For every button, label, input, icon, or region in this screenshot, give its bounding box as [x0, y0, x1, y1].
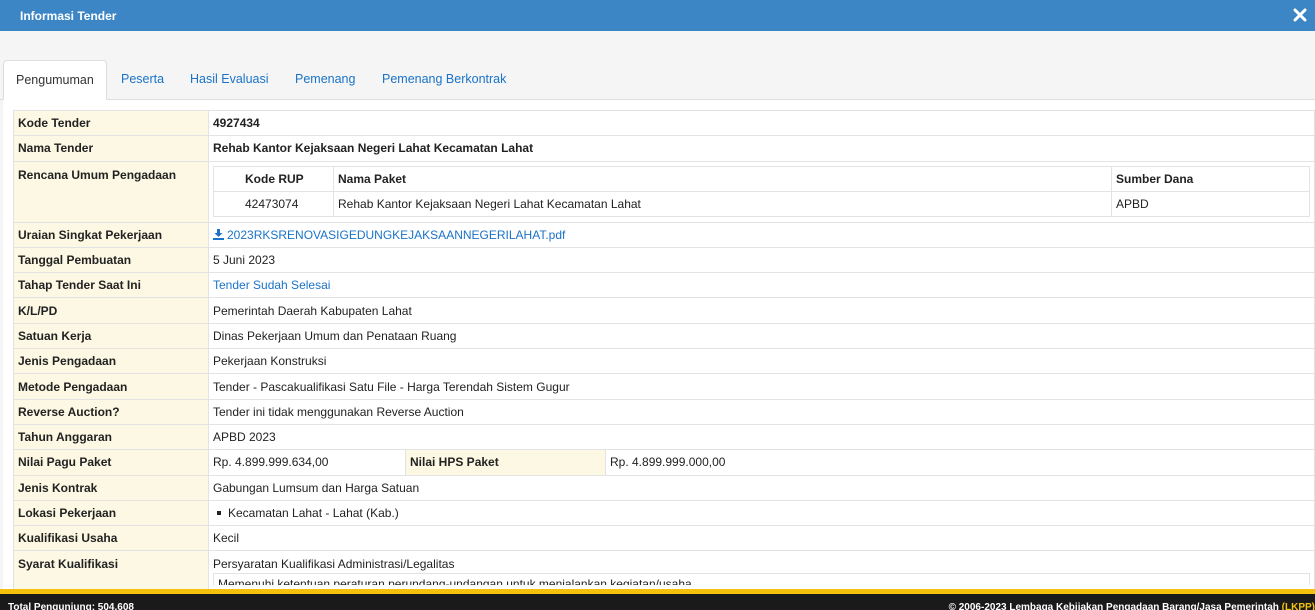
syarat-item: Memenuhi ketentuan peraturan perundang-u… — [213, 573, 1310, 586]
table-row: K/L/PD Pemerintah Daerah Kabupaten Lahat — [13, 297, 1315, 324]
close-icon[interactable] — [1293, 8, 1307, 22]
download-filename: 2023RKSRENOVASIGEDUNGKEJAKSAANNEGERILAHA… — [227, 227, 566, 242]
value-uraian: 2023RKSRENOVASIGEDUNGKEJAKSAANNEGERILAHA… — [208, 221, 1315, 248]
label-nama-tender: Nama Tender — [13, 135, 209, 162]
list-bullet — [217, 510, 221, 515]
download-icon — [213, 228, 224, 240]
label-uraian: Uraian Singkat Pekerjaan — [13, 221, 209, 248]
rup-cell-nama: Rehab Kantor Kejaksaan Negeri Lahat Keca… — [333, 191, 1112, 218]
label-tahun: Tahun Anggaran — [13, 423, 209, 451]
value-kode-tender: 4927434 — [208, 109, 1315, 137]
table-row: Reverse Auction? Tender ini tidak menggu… — [13, 398, 1315, 425]
value-tahun: APBD 2023 — [208, 423, 1315, 451]
table-row: Tahun Anggaran APBD 2023 — [13, 423, 1315, 451]
table-row: Tahap Tender Saat Ini Tender Sudah Seles… — [13, 272, 1315, 299]
tender-info-table: Kode Tender 4927434 Nama Tender Rehab Ka… — [13, 109, 1315, 590]
tab-peserta[interactable]: Peserta — [121, 60, 164, 100]
table-row: Tanggal Pembuatan 5 Juni 2023 — [13, 246, 1315, 274]
table-row: 42473074 Rehab Kantor Kejaksaan Negeri L… — [213, 191, 1310, 218]
label-lokasi: Lokasi Pekerjaan — [13, 499, 209, 527]
rup-header-kode: Kode RUP — [213, 166, 334, 193]
value-syarat: Persyaratan Kualifikasi Administrasi/Leg… — [208, 550, 1315, 590]
value-tanggal: 5 Juni 2023 — [208, 246, 1315, 274]
value-metode: Tender - Pascakualifikasi Satu File - Ha… — [208, 373, 1315, 400]
syarat-heading: Persyaratan Kualifikasi Administrasi/Leg… — [213, 557, 455, 572]
label-reverse: Reverse Auction? — [13, 398, 209, 425]
value-rup: Kode RUP Nama Paket Sumber Dana 42473074… — [208, 160, 1315, 223]
tab-bar: Pengumuman Peserta Hasil Evaluasi Pemena… — [0, 60, 1315, 100]
table-row: Kualifikasi Usaha Kecil — [13, 525, 1315, 552]
value-satker: Dinas Pekerjaan Umum dan Penataan Ruang — [208, 322, 1315, 350]
visitor-count: Total Pengunjung: 504.608 — [8, 602, 134, 610]
rup-cell-kode: 42473074 — [213, 191, 334, 218]
modal-titlebar: Informasi Tender — [0, 0, 1315, 31]
tab-pengumuman[interactable]: Pengumuman — [3, 60, 107, 100]
value-tahap: Tender Sudah Selesai — [208, 272, 1315, 299]
label-syarat: Syarat Kualifikasi — [13, 550, 209, 590]
tab-hasil-evaluasi[interactable]: Hasil Evaluasi — [190, 60, 269, 100]
download-link[interactable]: 2023RKSRENOVASIGEDUNGKEJAKSAANNEGERILAHA… — [213, 228, 565, 242]
label-hps: Nilai HPS Paket — [405, 449, 606, 476]
value-klpd: Pemerintah Daerah Kabupaten Lahat — [208, 297, 1315, 324]
rup-header-sumber: Sumber Dana — [1111, 166, 1310, 193]
copyright-text: © 2006-2023 Lembaga Kebijakan Pengadaan … — [948, 602, 1279, 610]
table-row: Kode RUP Nama Paket Sumber Dana — [213, 166, 1310, 193]
table-row: Kode Tender 4927434 — [13, 109, 1315, 137]
table-row: Syarat Kualifikasi Persyaratan Kualifika… — [13, 550, 1315, 590]
label-kualifikasi: Kualifikasi Usaha — [13, 525, 209, 552]
table-row: Jenis Pengadaan Pekerjaan Konstruksi — [13, 348, 1315, 375]
label-metode: Metode Pengadaan — [13, 373, 209, 400]
table-row: Nilai Pagu Paket Rp. 4.899.999.634,00 Ni… — [13, 449, 1315, 476]
tab-pemenang-berkontrak[interactable]: Pemenang Berkontrak — [382, 60, 506, 100]
label-kontrak: Jenis Kontrak — [13, 474, 209, 501]
table-row: Uraian Singkat Pekerjaan 2023RKSRENOVASI… — [13, 221, 1315, 248]
tahap-link[interactable]: Tender Sudah Selesai — [213, 278, 330, 292]
copyright: © 2006-2023 Lembaga Kebijakan Pengadaan … — [949, 602, 1315, 610]
value-jenis-pengadaan: Pekerjaan Konstruksi — [208, 348, 1315, 375]
table-row: Lokasi Pekerjaan Kecamatan Lahat - Lahat… — [13, 499, 1315, 527]
table-row: Jenis Kontrak Gabungan Lumsum dan Harga … — [13, 474, 1315, 501]
label-tahap: Tahap Tender Saat Ini — [13, 272, 209, 299]
table-row: Metode Pengadaan Tender - Pascakualifika… — [13, 373, 1315, 400]
lokasi-item: Kecamatan Lahat - Lahat (Kab.) — [228, 506, 399, 520]
label-klpd: K/L/PD — [13, 297, 209, 324]
rup-header-nama: Nama Paket — [333, 166, 1112, 193]
value-kontrak: Gabungan Lumsum dan Harga Satuan — [208, 474, 1315, 501]
value-kualifikasi: Kecil — [208, 525, 1315, 552]
label-tanggal: Tanggal Pembuatan — [13, 246, 209, 274]
rup-table: Kode RUP Nama Paket Sumber Dana 42473074… — [213, 166, 1310, 218]
label-pagu: Nilai Pagu Paket — [13, 449, 209, 476]
value-pagu: Rp. 4.899.999.634,00 — [208, 449, 406, 476]
tab-content: Kode Tender 4927434 Nama Tender Rehab Ka… — [3, 100, 1315, 590]
copyright-highlight: (LKPP) — [1278, 602, 1315, 610]
value-hps: Rp. 4.899.999.000,00 — [605, 449, 1315, 476]
tab-pemenang[interactable]: Pemenang — [295, 60, 355, 100]
table-row: Nama Tender Rehab Kantor Kejaksaan Neger… — [13, 135, 1315, 162]
table-row: Satuan Kerja Dinas Pekerjaan Umum dan Pe… — [13, 322, 1315, 350]
table-row: Rencana Umum Pengadaan Kode RUP Nama Pak… — [13, 160, 1315, 223]
rup-cell-sumber: APBD — [1111, 191, 1310, 218]
label-rup: Rencana Umum Pengadaan — [13, 160, 209, 223]
label-satker: Satuan Kerja — [13, 322, 209, 350]
value-reverse: Tender ini tidak menggunakan Reverse Auc… — [208, 398, 1315, 425]
value-nama-tender: Rehab Kantor Kejaksaan Negeri Lahat Keca… — [208, 135, 1315, 162]
value-lokasi: Kecamatan Lahat - Lahat (Kab.) — [208, 499, 1315, 527]
modal-title: Informasi Tender — [20, 9, 117, 23]
footer: Total Pengunjung: 504.608 © 2006-2023 Le… — [0, 594, 1315, 610]
label-kode-tender: Kode Tender — [13, 109, 209, 137]
label-jenis-pengadaan: Jenis Pengadaan — [13, 348, 209, 375]
